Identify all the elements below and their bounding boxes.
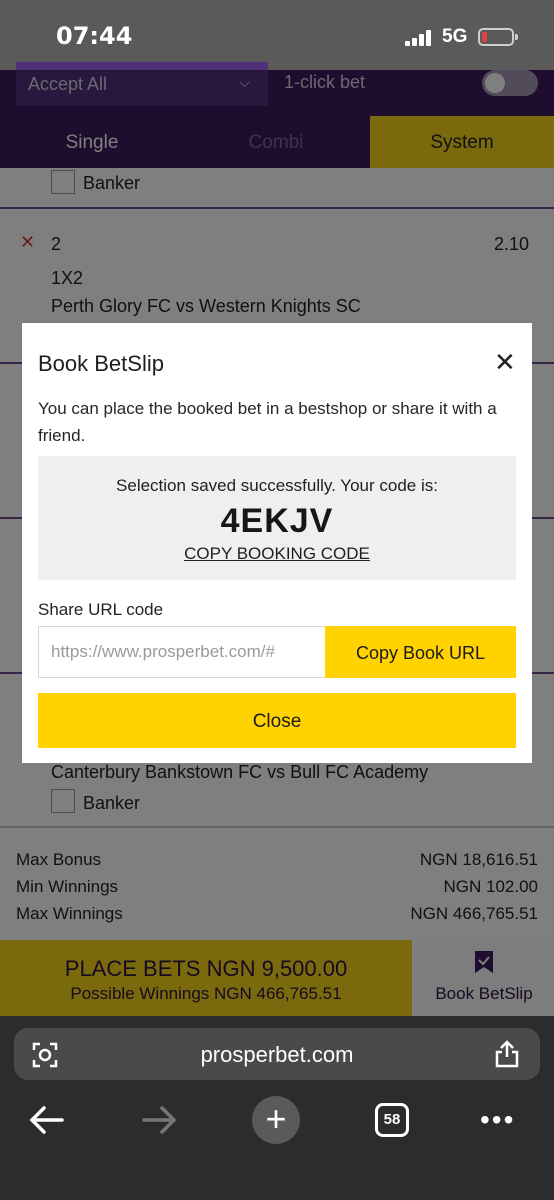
copy-booking-code-link[interactable]: COPY BOOKING CODE [38,544,516,564]
booking-code: 4EKJV [220,502,334,540]
modal-title: Book BetSlip [38,351,164,376]
modal-description: You can place the booked bet in a bestsh… [38,399,497,445]
battery-icon [478,28,518,46]
success-message: Selection saved successfully. Your code … [116,476,438,495]
share-url-input[interactable] [38,626,326,678]
new-tab-icon[interactable]: + [252,1096,300,1144]
close-icon[interactable]: ✕ [494,347,516,378]
copy-book-url-button[interactable]: Copy Book URL [325,626,516,678]
share-url-label: Share URL code [38,600,164,619]
status-bar: 07:44 5G [0,0,554,70]
network-type: 5G [442,26,468,47]
signal-icon [405,30,433,46]
book-betslip-modal: Book BetSlip ✕ You can place the booked … [22,323,532,763]
tab-count-button[interactable]: 58 [375,1103,409,1137]
booking-code-box: Selection saved successfully. Your code … [38,456,516,580]
share-icon[interactable] [494,1040,520,1068]
forward-icon[interactable] [142,1104,178,1136]
back-icon[interactable] [28,1104,64,1136]
more-icon[interactable]: ••• [480,1104,515,1136]
url-text[interactable]: prosperbet.com [0,1042,554,1068]
status-time: 07:44 [56,22,133,50]
close-button[interactable]: Close [38,693,516,748]
